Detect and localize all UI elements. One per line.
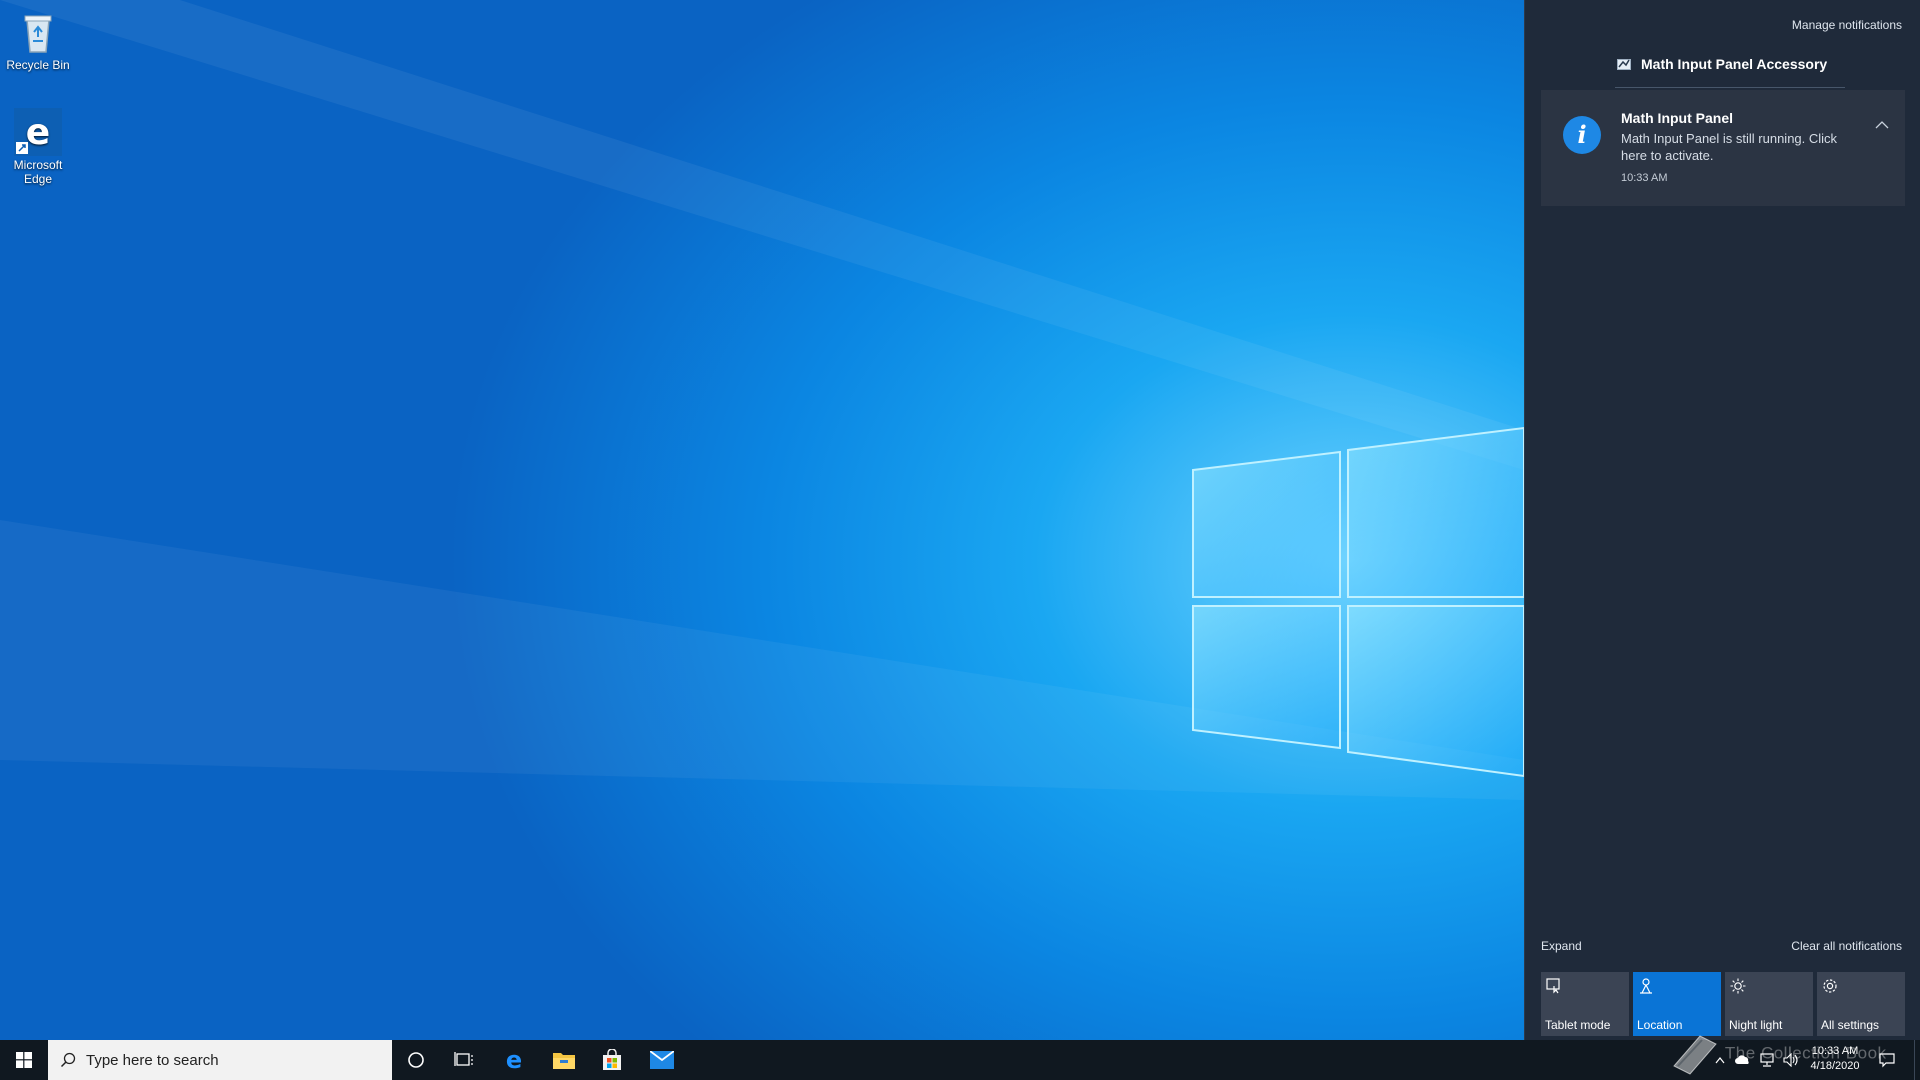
notification-card[interactable]: i Math Input Panel Math Input Panel is s…: [1541, 90, 1905, 206]
quick-action-night-light[interactable]: Night light: [1725, 972, 1813, 1036]
taskbar: Type here to search e 10:33 AM 4/18/2020: [0, 1040, 1920, 1080]
mail-icon: [650, 1051, 674, 1069]
gear-icon: [1823, 979, 1837, 993]
start-button[interactable]: [0, 1040, 48, 1080]
edge-icon: e: [506, 1048, 522, 1072]
desktop-icon-microsoft-edge[interactable]: e Microsoft Edge: [0, 108, 76, 186]
quick-action-location[interactable]: Location: [1633, 972, 1721, 1036]
desktop-icon-recycle-bin[interactable]: Recycle Bin: [0, 8, 76, 72]
expand-link[interactable]: Expand: [1541, 939, 1582, 953]
clear-all-notifications-link[interactable]: Clear all notifications: [1791, 939, 1902, 953]
book-logo-icon: [1673, 1035, 1717, 1075]
notification-group-header[interactable]: Math Input Panel Accessory: [1617, 56, 1827, 72]
show-desktop-button[interactable]: [1914, 1040, 1920, 1080]
watermark-text: The Collection Book: [1724, 1043, 1887, 1063]
quick-action-all-settings[interactable]: All settings: [1817, 972, 1905, 1036]
info-icon: i: [1563, 116, 1601, 154]
wallpaper-light-beams: [0, 0, 1524, 800]
quick-action-tablet-mode[interactable]: Tablet mode: [1541, 972, 1629, 1036]
notification-body: Math Input Panel is still running. Click…: [1621, 131, 1838, 163]
desktop[interactable]: Recycle Bin e Microsoft Edge: [0, 0, 1524, 1040]
watermark: The Collection Book: [1670, 1032, 1887, 1076]
quick-action-label: Night light: [1729, 1018, 1783, 1032]
quick-action-label: Tablet mode: [1545, 1018, 1611, 1032]
location-icon: [1640, 978, 1652, 994]
cortana-button[interactable]: [392, 1040, 440, 1080]
desktop-icon-label: Microsoft Edge: [13, 158, 63, 186]
cortana-circle-icon: [408, 1052, 424, 1068]
file-explorer-icon: [553, 1053, 575, 1069]
svg-text:e: e: [26, 112, 50, 153]
search-placeholder: Type here to search: [86, 1051, 219, 1069]
night-light-icon: [1730, 978, 1746, 994]
tablet-mode-icon: [1546, 978, 1560, 994]
manage-notifications-link[interactable]: Manage notifications: [1792, 18, 1902, 32]
taskbar-search-box[interactable]: Type here to search: [48, 1040, 392, 1080]
taskbar-store-button[interactable]: [588, 1040, 636, 1080]
action-center-panel: Manage notifications Math Input Panel Ac…: [1524, 0, 1920, 1040]
quick-action-label: All settings: [1821, 1018, 1880, 1032]
store-icon: [603, 1049, 621, 1070]
group-divider: [1615, 87, 1845, 88]
taskbar-mail-button[interactable]: [636, 1040, 688, 1080]
taskbar-edge-button[interactable]: e: [488, 1040, 540, 1080]
search-icon: [60, 1052, 76, 1068]
edge-icon: e: [14, 108, 62, 156]
notification-title: Math Input Panel: [1621, 110, 1733, 126]
quick-action-label: Location: [1637, 1018, 1683, 1032]
task-view-button[interactable]: [440, 1040, 488, 1080]
chevron-up-icon[interactable]: [1875, 120, 1889, 130]
taskbar-file-explorer-button[interactable]: [540, 1040, 588, 1080]
windows-logo-icon: [16, 1052, 32, 1068]
notification-group-title: Math Input Panel Accessory: [1641, 56, 1828, 72]
svg-text:e: e: [506, 1048, 522, 1072]
math-input-panel-app-icon: [1617, 59, 1631, 70]
recycle-bin-icon: [24, 15, 52, 53]
notification-time: 10:33 AM: [1621, 172, 1668, 184]
desktop-icon-label: Recycle Bin: [6, 58, 70, 72]
task-view-icon: [454, 1052, 473, 1066]
